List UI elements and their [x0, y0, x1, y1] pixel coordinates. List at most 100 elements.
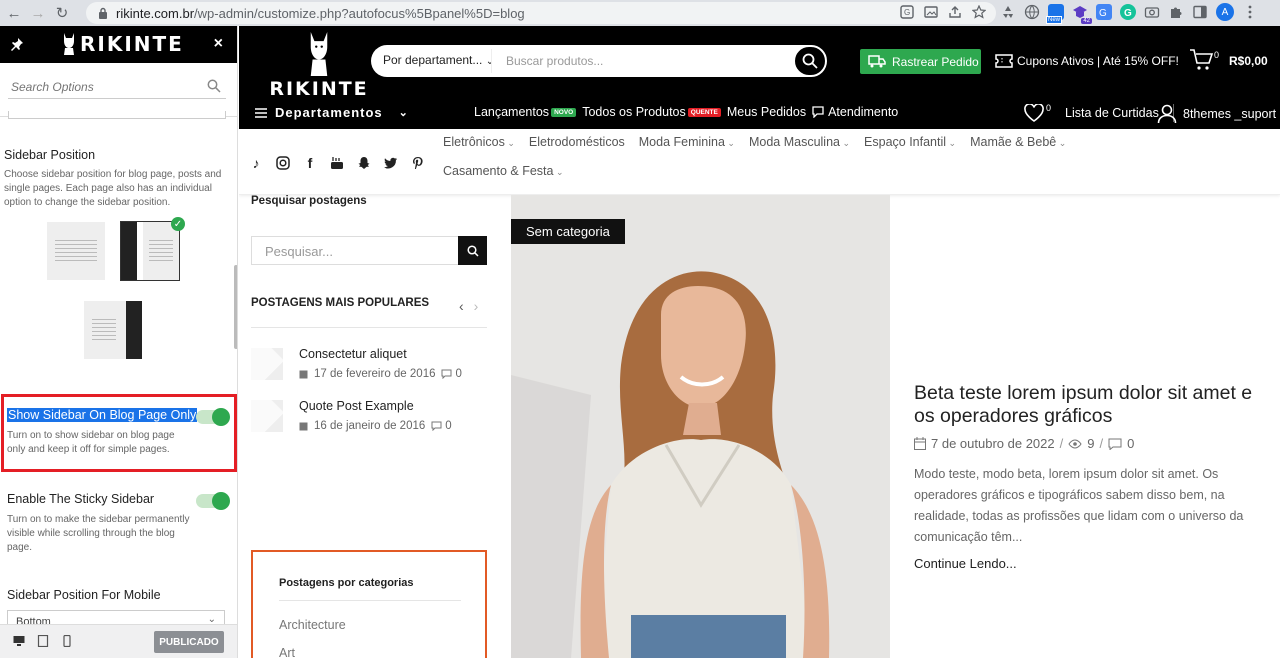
post-meta: 7 de outubro de 2022 / 9 / 0 — [914, 436, 1134, 451]
address-bar[interactable]: rikinte.com.br/wp-admin/customize.php?au… — [86, 2, 996, 24]
blog-search-title: Pesquisar postagens — [251, 195, 367, 207]
popular-post-meta: 16 de janeiro de 2016 0 — [299, 420, 452, 432]
side-panel-icon[interactable] — [1192, 4, 1208, 20]
panel-scrollbar[interactable] — [234, 265, 237, 349]
popular-post-thumbnail[interactable] — [251, 348, 283, 380]
recycle-extension-icon[interactable] — [1000, 4, 1016, 20]
grammarly-extension-icon[interactable]: G — [1120, 4, 1136, 20]
cart-icon[interactable] — [1189, 48, 1213, 72]
heart-icon — [1024, 104, 1044, 122]
desktop-preview-icon[interactable] — [13, 635, 25, 647]
panel-logo: RIKINTE — [62, 32, 184, 56]
comment-icon — [441, 369, 452, 379]
account-link[interactable]: 8themes _suport — [1157, 104, 1276, 124]
nav-all-products[interactable]: Todos os Produtos QUENTE — [582, 105, 721, 119]
categories-widget-title: Postagens por categorias — [279, 577, 414, 589]
category-link-mens-fashion[interactable]: Moda Masculina — [749, 135, 850, 149]
nav-my-orders[interactable]: Meus Pedidos — [727, 105, 806, 119]
show-sidebar-blog-description: Turn on to show sidebar on blog page onl… — [7, 430, 175, 455]
wishlist-label: Lista de Curtidas — [1065, 106, 1159, 120]
close-panel-button[interactable]: × — [214, 35, 223, 53]
layout-no-sidebar-option[interactable] — [47, 222, 105, 280]
pin-icon[interactable] — [10, 37, 24, 51]
profile-avatar[interactable]: A — [1216, 3, 1234, 21]
product-search-input[interactable]: Buscar produtos... — [506, 54, 603, 68]
read-more-link[interactable]: Continue Lendo... — [914, 556, 1017, 571]
department-select[interactable]: Por departament... ⌄ — [383, 53, 494, 67]
back-icon[interactable]: ← — [4, 3, 24, 23]
translate-icon[interactable]: G — [900, 5, 914, 19]
category-link-wedding-party[interactable]: Casamento & Festa — [443, 164, 564, 178]
pinterest-icon[interactable] — [410, 155, 426, 171]
coupons-link[interactable]: Cupons Ativos | Até 15% OFF! — [995, 54, 1179, 68]
track-order-button[interactable]: Rastrear Pedido — [860, 49, 981, 74]
search-options-input[interactable] — [8, 75, 226, 99]
departments-menu[interactable]: Departamentos ⌄ — [255, 105, 409, 120]
selected-check-icon: ✓ — [171, 217, 185, 231]
sidebar-position-title: Sidebar Position — [4, 148, 96, 162]
lynx-logo-icon — [310, 32, 328, 76]
category-link-kids[interactable]: Espaço Infantil — [864, 135, 956, 149]
calendar-icon — [914, 437, 926, 450]
nav-support[interactable]: Atendimento — [812, 105, 898, 119]
product-search-button[interactable] — [793, 45, 827, 77]
top-navigation: Lançamentos NOVO Todos os Produtos QUENTE … — [474, 105, 898, 119]
blog-search-button[interactable] — [458, 236, 487, 265]
panel-footer: PUBLICADO — [0, 624, 237, 658]
google-translate-extension-icon[interactable]: G — [1096, 4, 1112, 20]
category-item[interactable]: Art — [279, 646, 295, 658]
camera-extension-icon[interactable] — [1144, 4, 1160, 20]
calendar-icon — [299, 370, 308, 379]
tablet-preview-icon[interactable] — [37, 635, 49, 647]
sticky-sidebar-toggle[interactable] — [196, 492, 230, 510]
meta-separator: / — [1099, 436, 1104, 451]
instagram-icon[interactable] — [275, 155, 291, 171]
post-title[interactable]: Beta teste lorem ipsum dolor sit amet e … — [914, 382, 1264, 428]
new-badge: New — [1046, 16, 1063, 24]
popular-post-date: 17 de fevereiro de 2016 — [314, 368, 436, 380]
chevron-right-icon[interactable]: › — [474, 298, 479, 314]
category-link-electronics[interactable]: Eletrônicos — [443, 135, 515, 149]
globe-extension-icon[interactable] — [1024, 4, 1040, 20]
nav-launches[interactable]: Lançamentos NOVO — [474, 105, 577, 119]
publish-button[interactable]: PUBLICADO — [154, 631, 224, 653]
post-category-tag[interactable]: Sem categoria — [511, 219, 625, 244]
hamburger-icon — [255, 107, 267, 118]
facebook-icon[interactable]: f — [302, 155, 318, 171]
forward-icon[interactable]: → — [28, 3, 48, 23]
search-separator — [491, 49, 492, 73]
puzzle-extension-icon[interactable] — [1168, 4, 1184, 20]
layout-left-sidebar-option[interactable] — [120, 221, 180, 281]
snapchat-icon[interactable] — [356, 155, 372, 171]
chevron-left-icon[interactable]: ‹ — [459, 298, 464, 314]
bookmark-star-icon[interactable] — [972, 5, 986, 19]
category-link-mom-baby[interactable]: Mamãe & Bebê — [970, 135, 1066, 149]
blog-search-input[interactable]: Pesquisar... — [265, 244, 333, 259]
popular-post-title[interactable]: Consectetur aliquet — [299, 347, 407, 361]
show-sidebar-blog-toggle[interactable] — [196, 408, 230, 426]
share-icon[interactable] — [948, 5, 962, 19]
category-link-womens-fashion[interactable]: Moda Feminina — [639, 135, 735, 149]
wishlist-link[interactable]: 0 Lista de Curtidas — [1024, 103, 1174, 122]
site-logo[interactable]: RIKINTE — [269, 32, 367, 100]
youtube-icon[interactable] — [329, 155, 345, 171]
graduation-extension-icon[interactable]: 42 — [1072, 4, 1092, 24]
cart-total[interactable]: R$0,00 — [1229, 54, 1268, 68]
layout-right-sidebar-option[interactable] — [84, 301, 142, 359]
nav-support-label: Atendimento — [828, 105, 899, 119]
post-featured-image[interactable] — [511, 195, 890, 658]
track-order-label: Rastrear Pedido — [892, 54, 979, 69]
tiktok-icon[interactable]: ♪ — [248, 155, 264, 171]
new-extension-icon[interactable]: New — [1046, 4, 1064, 24]
category-link-appliances[interactable]: Eletrodomésticos — [529, 135, 625, 149]
reload-icon[interactable]: ↻ — [52, 3, 72, 23]
show-sidebar-blog-label[interactable]: Show Sidebar On Blog Page Only — [7, 408, 198, 422]
category-item[interactable]: Architecture — [279, 618, 346, 632]
popular-post-title[interactable]: Quote Post Example — [299, 399, 414, 413]
more-menu-icon[interactable] — [1242, 4, 1258, 20]
popular-post-thumbnail[interactable] — [251, 400, 283, 432]
mobile-preview-icon[interactable] — [61, 635, 73, 647]
panel-logo-text: RIKINTE — [80, 32, 184, 56]
image-search-icon[interactable] — [924, 5, 938, 19]
twitter-icon[interactable] — [383, 155, 399, 171]
